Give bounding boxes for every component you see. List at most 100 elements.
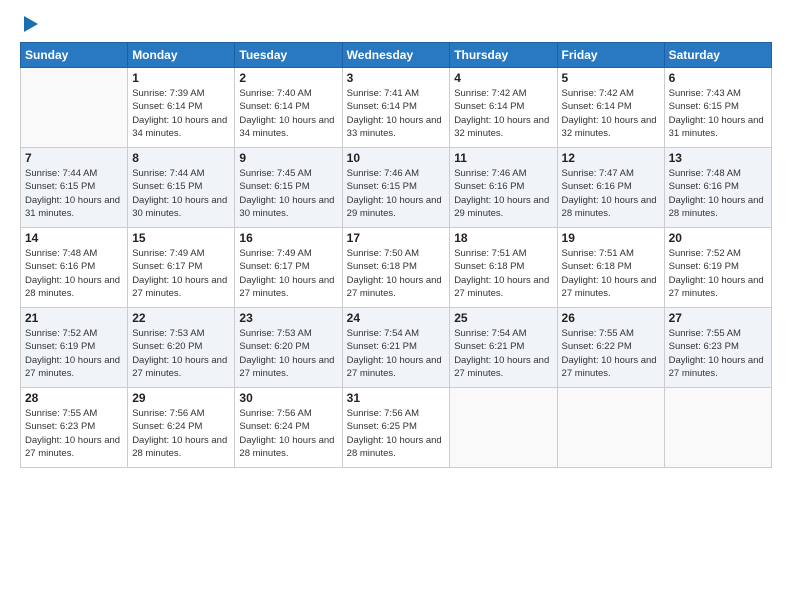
day-info: Sunrise: 7:49 AMSunset: 6:17 PMDaylight:…	[239, 247, 337, 300]
day-info: Sunrise: 7:46 AMSunset: 6:16 PMDaylight:…	[454, 167, 552, 220]
header	[20, 18, 772, 32]
day-cell: 15 Sunrise: 7:49 AMSunset: 6:17 PMDayligh…	[128, 228, 235, 308]
day-info: Sunrise: 7:53 AMSunset: 6:20 PMDaylight:…	[132, 327, 230, 380]
day-cell: 2 Sunrise: 7:40 AMSunset: 6:14 PMDaylight…	[235, 68, 342, 148]
day-cell: 31 Sunrise: 7:56 AMSunset: 6:25 PMDayligh…	[342, 388, 450, 468]
week-row-4: 21Sunrise: 7:52 AMSunset: 6:19 PMDayligh…	[21, 308, 772, 388]
calendar-table: SundayMondayTuesdayWednesdayThursdayFrid…	[20, 42, 772, 468]
day-info: Sunrise: 7:50 AMSunset: 6:18 PMDaylight:…	[347, 247, 446, 300]
day-info: Sunrise: 7:54 AMSunset: 6:21 PMDaylight:…	[454, 327, 552, 380]
day-number: 15	[132, 231, 230, 245]
day-number: 23	[239, 311, 337, 325]
day-info: Sunrise: 7:44 AMSunset: 6:15 PMDaylight:…	[132, 167, 230, 220]
day-header-tuesday: Tuesday	[235, 43, 342, 68]
day-cell: 23 Sunrise: 7:53 AMSunset: 6:20 PMDayligh…	[235, 308, 342, 388]
day-number: 2	[239, 71, 337, 85]
day-info: Sunrise: 7:56 AMSunset: 6:24 PMDaylight:…	[239, 407, 337, 460]
day-cell	[21, 68, 128, 148]
day-info: Sunrise: 7:42 AMSunset: 6:14 PMDaylight:…	[454, 87, 552, 140]
day-cell: 5Sunrise: 7:42 AMSunset: 6:14 PMDaylight…	[557, 68, 664, 148]
day-info: Sunrise: 7:52 AMSunset: 6:19 PMDaylight:…	[25, 327, 123, 380]
day-cell: 20Sunrise: 7:52 AMSunset: 6:19 PMDayligh…	[664, 228, 771, 308]
day-header-saturday: Saturday	[664, 43, 771, 68]
day-info: Sunrise: 7:44 AMSunset: 6:15 PMDaylight:…	[25, 167, 123, 220]
day-cell: 1 Sunrise: 7:39 AMSunset: 6:14 PMDaylight…	[128, 68, 235, 148]
day-number: 10	[347, 151, 446, 165]
day-info: Sunrise: 7:46 AMSunset: 6:15 PMDaylight:…	[347, 167, 446, 220]
day-number: 25	[454, 311, 552, 325]
day-cell: 13Sunrise: 7:48 AMSunset: 6:16 PMDayligh…	[664, 148, 771, 228]
day-info: Sunrise: 7:51 AMSunset: 6:18 PMDaylight:…	[454, 247, 552, 300]
day-info: Sunrise: 7:53 AMSunset: 6:20 PMDaylight:…	[239, 327, 337, 380]
day-info: Sunrise: 7:52 AMSunset: 6:19 PMDaylight:…	[669, 247, 767, 300]
day-info: Sunrise: 7:42 AMSunset: 6:14 PMDaylight:…	[562, 87, 660, 140]
day-number: 13	[669, 151, 767, 165]
day-cell: 26Sunrise: 7:55 AMSunset: 6:22 PMDayligh…	[557, 308, 664, 388]
day-info: Sunrise: 7:39 AMSunset: 6:14 PMDaylight:…	[132, 87, 230, 140]
day-cell: 14 Sunrise: 7:48 AMSunset: 6:16 PMDayligh…	[21, 228, 128, 308]
day-info: Sunrise: 7:41 AMSunset: 6:14 PMDaylight:…	[347, 87, 446, 140]
day-cell: 4 Sunrise: 7:42 AMSunset: 6:14 PMDaylight…	[450, 68, 557, 148]
day-number: 19	[562, 231, 660, 245]
day-number: 27	[669, 311, 767, 325]
day-header-monday: Monday	[128, 43, 235, 68]
page: SundayMondayTuesdayWednesdayThursdayFrid…	[0, 0, 792, 612]
day-cell: 27 Sunrise: 7:55 AMSunset: 6:23 PMDayligh…	[664, 308, 771, 388]
day-number: 24	[347, 311, 446, 325]
day-header-sunday: Sunday	[21, 43, 128, 68]
day-cell: 9Sunrise: 7:45 AMSunset: 6:15 PMDaylight…	[235, 148, 342, 228]
day-number: 29	[132, 391, 230, 405]
day-info: Sunrise: 7:45 AMSunset: 6:15 PMDaylight:…	[239, 167, 337, 220]
logo	[20, 18, 38, 32]
day-cell	[450, 388, 557, 468]
day-number: 11	[454, 151, 552, 165]
day-number: 3	[347, 71, 446, 85]
day-info: Sunrise: 7:56 AMSunset: 6:25 PMDaylight:…	[347, 407, 446, 460]
day-info: Sunrise: 7:49 AMSunset: 6:17 PMDaylight:…	[132, 247, 230, 300]
day-info: Sunrise: 7:43 AMSunset: 6:15 PMDaylight:…	[669, 87, 767, 140]
day-cell: 3 Sunrise: 7:41 AMSunset: 6:14 PMDaylight…	[342, 68, 450, 148]
day-info: Sunrise: 7:47 AMSunset: 6:16 PMDaylight:…	[562, 167, 660, 220]
day-cell: 17 Sunrise: 7:50 AMSunset: 6:18 PMDayligh…	[342, 228, 450, 308]
day-cell: 16 Sunrise: 7:49 AMSunset: 6:17 PMDayligh…	[235, 228, 342, 308]
day-cell: 29Sunrise: 7:56 AMSunset: 6:24 PMDayligh…	[128, 388, 235, 468]
day-cell: 10 Sunrise: 7:46 AMSunset: 6:15 PMDayligh…	[342, 148, 450, 228]
day-cell: 21Sunrise: 7:52 AMSunset: 6:19 PMDayligh…	[21, 308, 128, 388]
day-header-wednesday: Wednesday	[342, 43, 450, 68]
day-number: 16	[239, 231, 337, 245]
day-cell: 11 Sunrise: 7:46 AMSunset: 6:16 PMDayligh…	[450, 148, 557, 228]
day-number: 22	[132, 311, 230, 325]
day-info: Sunrise: 7:40 AMSunset: 6:14 PMDaylight:…	[239, 87, 337, 140]
day-number: 4	[454, 71, 552, 85]
day-number: 6	[669, 71, 767, 85]
day-cell: 19Sunrise: 7:51 AMSunset: 6:18 PMDayligh…	[557, 228, 664, 308]
logo-arrow-icon	[24, 16, 38, 32]
day-number: 14	[25, 231, 123, 245]
day-number: 30	[239, 391, 337, 405]
day-number: 28	[25, 391, 123, 405]
day-number: 1	[132, 71, 230, 85]
day-cell: 25 Sunrise: 7:54 AMSunset: 6:21 PMDayligh…	[450, 308, 557, 388]
day-number: 7	[25, 151, 123, 165]
day-cell: 30 Sunrise: 7:56 AMSunset: 6:24 PMDayligh…	[235, 388, 342, 468]
day-header-friday: Friday	[557, 43, 664, 68]
day-cell: 28 Sunrise: 7:55 AMSunset: 6:23 PMDayligh…	[21, 388, 128, 468]
day-cell: 7 Sunrise: 7:44 AMSunset: 6:15 PMDaylight…	[21, 148, 128, 228]
day-cell: 8 Sunrise: 7:44 AMSunset: 6:15 PMDaylight…	[128, 148, 235, 228]
header-row: SundayMondayTuesdayWednesdayThursdayFrid…	[21, 43, 772, 68]
day-number: 17	[347, 231, 446, 245]
day-info: Sunrise: 7:48 AMSunset: 6:16 PMDaylight:…	[25, 247, 123, 300]
day-header-thursday: Thursday	[450, 43, 557, 68]
day-cell	[664, 388, 771, 468]
day-number: 12	[562, 151, 660, 165]
day-cell: 12 Sunrise: 7:47 AMSunset: 6:16 PMDayligh…	[557, 148, 664, 228]
day-info: Sunrise: 7:55 AMSunset: 6:23 PMDaylight:…	[669, 327, 767, 380]
week-row-2: 7 Sunrise: 7:44 AMSunset: 6:15 PMDaylight…	[21, 148, 772, 228]
day-number: 8	[132, 151, 230, 165]
day-cell: 24 Sunrise: 7:54 AMSunset: 6:21 PMDayligh…	[342, 308, 450, 388]
day-number: 31	[347, 391, 446, 405]
day-info: Sunrise: 7:54 AMSunset: 6:21 PMDaylight:…	[347, 327, 446, 380]
day-info: Sunrise: 7:55 AMSunset: 6:23 PMDaylight:…	[25, 407, 123, 460]
day-cell: 6 Sunrise: 7:43 AMSunset: 6:15 PMDaylight…	[664, 68, 771, 148]
week-row-3: 14 Sunrise: 7:48 AMSunset: 6:16 PMDayligh…	[21, 228, 772, 308]
